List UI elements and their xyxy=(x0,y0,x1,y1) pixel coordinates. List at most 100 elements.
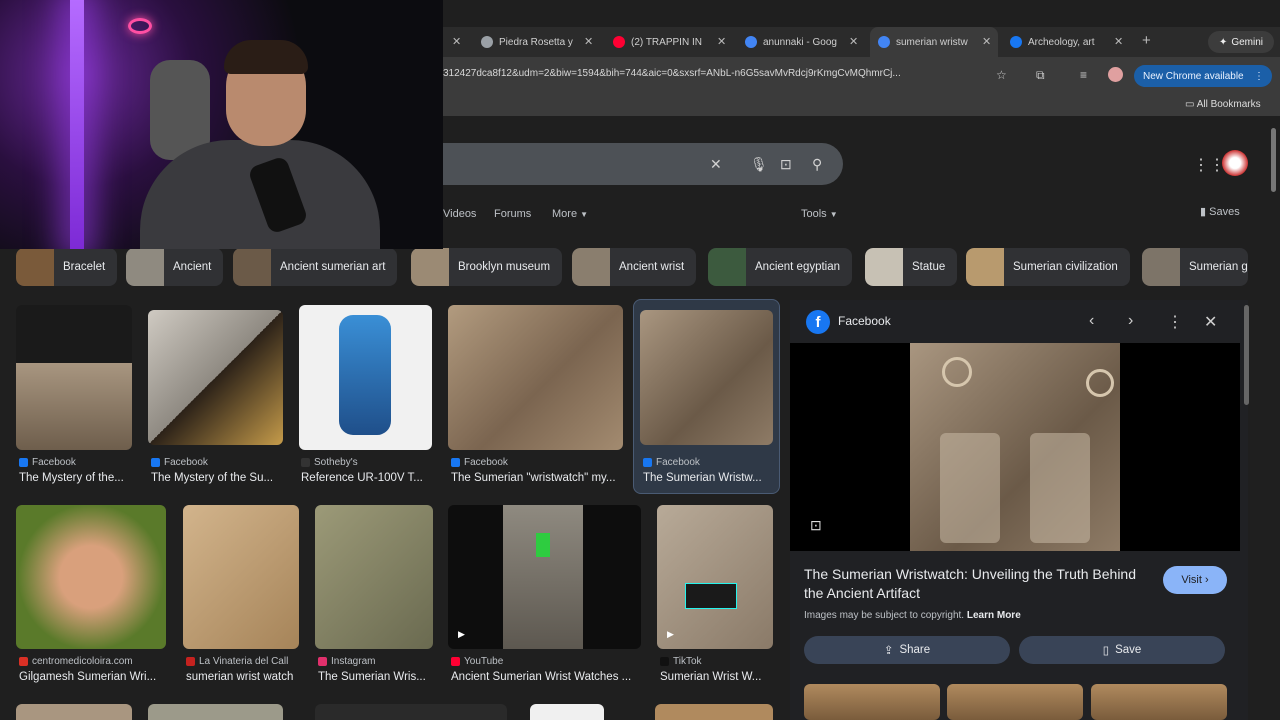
tab-forums[interactable]: Forums xyxy=(494,208,531,220)
result-image[interactable] xyxy=(16,505,166,649)
facebook-icon: f xyxy=(806,310,830,334)
bookmark-icon: ▮ xyxy=(1200,206,1207,218)
account-avatar[interactable] xyxy=(1222,150,1248,176)
close-icon[interactable]: ✕ xyxy=(1204,312,1217,332)
search-icon[interactable]: ⚲ xyxy=(812,156,822,173)
reading-list-icon[interactable]: ≡ xyxy=(1080,68,1087,82)
result-title[interactable]: Gilgamesh Sumerian Wri... xyxy=(19,671,167,683)
result-title[interactable]: The Sumerian Wris... xyxy=(318,671,430,683)
play-icon: ▶ xyxy=(667,629,674,639)
address-bar[interactable]: 312427dca8f12&udm=2&biw=1594&bih=744&aic… xyxy=(443,68,983,79)
tab-close-icon[interactable]: ✕ xyxy=(982,35,991,48)
result-source: Instagram xyxy=(318,656,433,667)
tools-button[interactable]: Tools ▼ xyxy=(801,208,838,220)
result-image[interactable] xyxy=(448,305,623,450)
saves-button[interactable]: ▮ Saves xyxy=(1200,205,1240,218)
chip-bracelet[interactable]: Bracelet xyxy=(16,248,118,286)
related-image[interactable] xyxy=(1091,684,1227,720)
next-icon[interactable]: › xyxy=(1128,312,1133,330)
tab-close-icon[interactable]: ✕ xyxy=(1114,35,1123,48)
result-image[interactable] xyxy=(530,704,604,720)
chip-sumerian-civilization[interactable]: Sumerian civilization xyxy=(966,248,1130,286)
tab-close-icon[interactable]: ✕ xyxy=(717,35,726,48)
chip-thumbnail xyxy=(411,248,449,286)
result-image[interactable]: ▶ xyxy=(657,505,773,649)
microphone-icon[interactable]: 🎙 xyxy=(750,156,768,173)
related-image[interactable] xyxy=(947,684,1083,720)
lens-search-icon[interactable]: ⊡ xyxy=(810,517,822,534)
preview-image[interactable] xyxy=(910,343,1120,551)
chip-ancient-egyptian[interactable]: Ancient egyptian xyxy=(708,248,853,286)
youtube-icon xyxy=(613,36,625,48)
chip-brooklyn-museum[interactable]: Brooklyn museum xyxy=(411,248,563,286)
tab-more[interactable]: More ▼ xyxy=(552,208,588,220)
neon-sign xyxy=(128,18,152,34)
clear-search-icon[interactable]: ✕ xyxy=(710,156,722,173)
result-title[interactable]: The Mystery of the Su... xyxy=(151,472,281,484)
result-image[interactable] xyxy=(299,305,432,450)
tab-close-icon[interactable]: ✕ xyxy=(849,35,858,48)
tab-piedra-rosetta[interactable]: Piedra Rosetta y xyxy=(481,33,581,51)
person-hair xyxy=(224,40,308,74)
new-tab-button[interactable]: + xyxy=(1142,32,1151,49)
lens-icon[interactable]: ⊡ xyxy=(780,156,792,173)
result-title[interactable]: The Sumerian Wristw... xyxy=(643,472,773,484)
chip-thumbnail xyxy=(1142,248,1180,286)
chip-thumbnail xyxy=(966,248,1004,286)
panel-scrollbar[interactable] xyxy=(1244,305,1249,405)
site-icon xyxy=(19,657,28,666)
tab-close-icon[interactable]: ✕ xyxy=(584,35,593,48)
chip-ancient[interactable]: Ancient xyxy=(126,248,224,286)
result-title[interactable]: sumerian wrist watch xyxy=(186,671,301,683)
gemini-button[interactable]: ✦ Gemini xyxy=(1208,31,1274,53)
result-image[interactable] xyxy=(16,704,132,720)
result-image[interactable]: ▶ xyxy=(448,505,641,649)
tab-close-icon[interactable]: ✕ xyxy=(452,35,461,48)
tab-trappin[interactable]: (2) TRAPPIN IN xyxy=(613,33,711,51)
tiktok-icon xyxy=(660,657,669,666)
save-button[interactable]: ▯ Save xyxy=(1019,636,1225,664)
visit-button[interactable]: Visit › xyxy=(1163,566,1227,594)
tab-videos[interactable]: Videos xyxy=(443,208,476,220)
tab-archeology[interactable]: Archeology, art xyxy=(1010,33,1108,51)
result-image[interactable] xyxy=(183,505,299,649)
sparkle-icon: ✦ xyxy=(1218,36,1228,48)
result-image[interactable] xyxy=(148,310,283,445)
related-image[interactable] xyxy=(804,684,940,720)
chip-thumbnail xyxy=(126,248,164,286)
tab-anunnaki[interactable]: anunnaki - Goog xyxy=(745,33,842,51)
result-image[interactable] xyxy=(315,505,433,649)
new-chrome-available-button[interactable]: New Chrome available ⋮ xyxy=(1134,65,1272,87)
result-image[interactable] xyxy=(16,305,132,450)
result-title[interactable]: The Mystery of the... xyxy=(19,472,134,484)
learn-more-link[interactable]: Learn More xyxy=(967,610,1021,621)
chip-ancient-wrist[interactable]: Ancient wrist xyxy=(572,248,697,286)
result-title[interactable]: Ancient Sumerian Wrist Watches ... xyxy=(451,671,638,683)
profile-avatar-icon[interactable] xyxy=(1108,67,1123,82)
caret-down-icon: ▼ xyxy=(580,210,589,219)
all-bookmarks-button[interactable]: ▭ All Bookmarks xyxy=(1185,99,1261,110)
page-scrollbar[interactable] xyxy=(1271,128,1276,192)
rosette-left xyxy=(942,357,972,387)
chip-sumerian-g[interactable]: Sumerian g xyxy=(1142,248,1248,286)
instagram-icon xyxy=(318,657,327,666)
chip-statue[interactable]: Statue xyxy=(865,248,958,286)
chip-ancient-sumerian-art[interactable]: Ancient sumerian art xyxy=(233,248,398,286)
rosette-right xyxy=(1086,369,1114,397)
copyright-notice: Images may be subject to copyright. Lear… xyxy=(804,610,1021,621)
result-title[interactable]: Sumerian Wrist W... xyxy=(660,671,775,683)
previous-icon[interactable]: ‹ xyxy=(1089,312,1094,330)
bookmark-star-icon[interactable]: ☆ xyxy=(996,68,1007,82)
result-image[interactable] xyxy=(640,310,773,445)
result-image[interactable] xyxy=(315,704,507,720)
result-title[interactable]: Reference UR-100V T... xyxy=(301,472,431,484)
result-title[interactable]: The Sumerian "wristwatch" my... xyxy=(451,472,626,484)
preview-source-name[interactable]: Facebook xyxy=(838,314,891,328)
tab-sumerian-wristwatch[interactable]: sumerian wristw xyxy=(870,27,998,57)
result-image[interactable] xyxy=(148,704,283,720)
more-options-icon[interactable]: ⋮ xyxy=(1167,312,1183,332)
install-app-icon[interactable]: ⧉ xyxy=(1036,68,1045,83)
preview-title[interactable]: The Sumerian Wristwatch: Unveiling the T… xyxy=(804,565,1149,603)
result-image[interactable] xyxy=(655,704,773,720)
share-button[interactable]: ⇪ Share xyxy=(804,636,1010,664)
